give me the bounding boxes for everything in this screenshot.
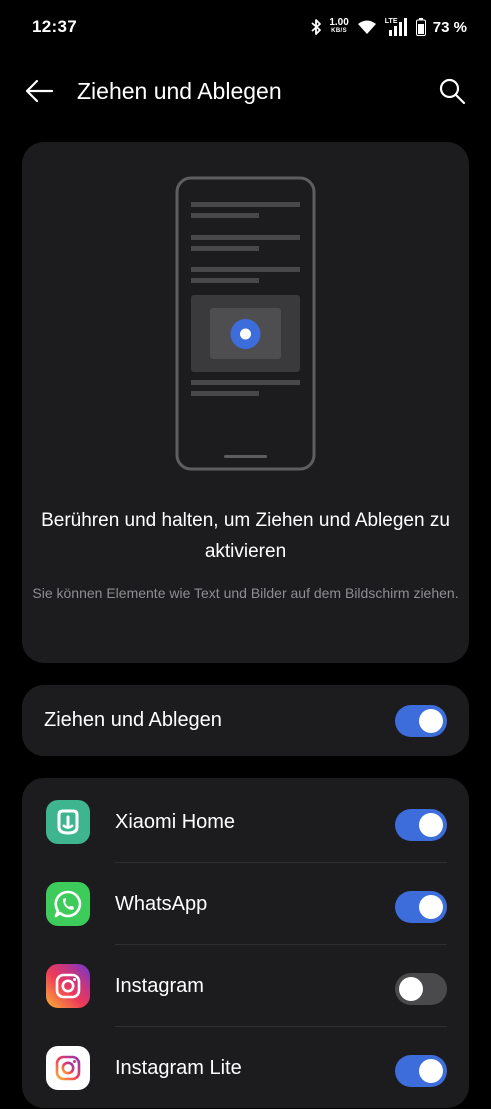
xiaomi-home-icon <box>46 800 90 844</box>
net-speed: 1.00 KB/S <box>329 17 349 35</box>
toggle-knob <box>399 977 423 1001</box>
bluetooth-icon <box>311 19 322 35</box>
status-icons: 1.00 KB/S LTE 73 % <box>310 18 467 36</box>
battery-icon <box>415 18 426 36</box>
search-icon <box>439 78 466 105</box>
whatsapp-icon <box>46 882 90 926</box>
whatsapp-toggle[interactable] <box>395 891 447 923</box>
drag-drop-toggle-label: Ziehen und Ablegen <box>44 709 222 731</box>
status-time: 12:37 <box>32 17 77 36</box>
drag-drop-toggle[interactable] <box>395 705 447 737</box>
back-button[interactable] <box>22 76 56 106</box>
battery-percentage: 73 % <box>432 18 467 36</box>
net-speed-unit: KB/S <box>331 28 348 34</box>
app-name: Instagram Lite <box>115 1057 242 1079</box>
xiaomi-home-toggle[interactable] <box>395 809 447 841</box>
app-row-xiaomi-home[interactable]: Xiaomi Home <box>22 781 469 863</box>
wifi-icon <box>357 20 376 34</box>
net-speed-value: 1.00 <box>329 17 349 28</box>
apps-list-card: Xiaomi Home WhatsApp Instagram Instagram… <box>22 778 469 1108</box>
toggle-knob <box>419 709 443 733</box>
instagram-toggle[interactable] <box>395 973 447 1005</box>
instagram-lite-toggle[interactable] <box>395 1055 447 1087</box>
illustration-description: Sie können Elemente wie Text und Bilder … <box>32 585 459 601</box>
instagram-icon <box>46 964 90 1008</box>
search-button[interactable] <box>436 76 468 106</box>
app-name: WhatsApp <box>115 893 208 915</box>
illustration-title: Berühren und halten, um Ziehen und Ableg… <box>41 510 450 562</box>
drag-drop-toggle-card[interactable]: Ziehen und Ablegen <box>22 685 469 756</box>
signal-bars-icon <box>388 18 407 36</box>
app-name: Xiaomi Home <box>115 811 236 833</box>
page-title: Ziehen und Ablegen <box>77 78 282 104</box>
app-row-whatsapp[interactable]: WhatsApp <box>22 863 469 945</box>
toggle-knob <box>419 813 443 837</box>
app-row-instagram-lite[interactable]: Instagram Lite <box>22 1027 469 1109</box>
drag-drop-illustration <box>175 176 316 471</box>
app-name: Instagram <box>115 975 204 997</box>
instagram-lite-icon <box>46 1046 90 1090</box>
app-bar: Ziehen und Ablegen <box>0 60 491 122</box>
toggle-knob <box>419 895 443 919</box>
app-row-instagram[interactable]: Instagram <box>22 945 469 1027</box>
arrow-left-icon <box>25 79 54 103</box>
cellular-signal: LTE <box>385 18 409 36</box>
status-bar: 12:37 1.00 KB/S LTE 73 % <box>0 0 491 54</box>
toggle-knob <box>419 1059 443 1083</box>
